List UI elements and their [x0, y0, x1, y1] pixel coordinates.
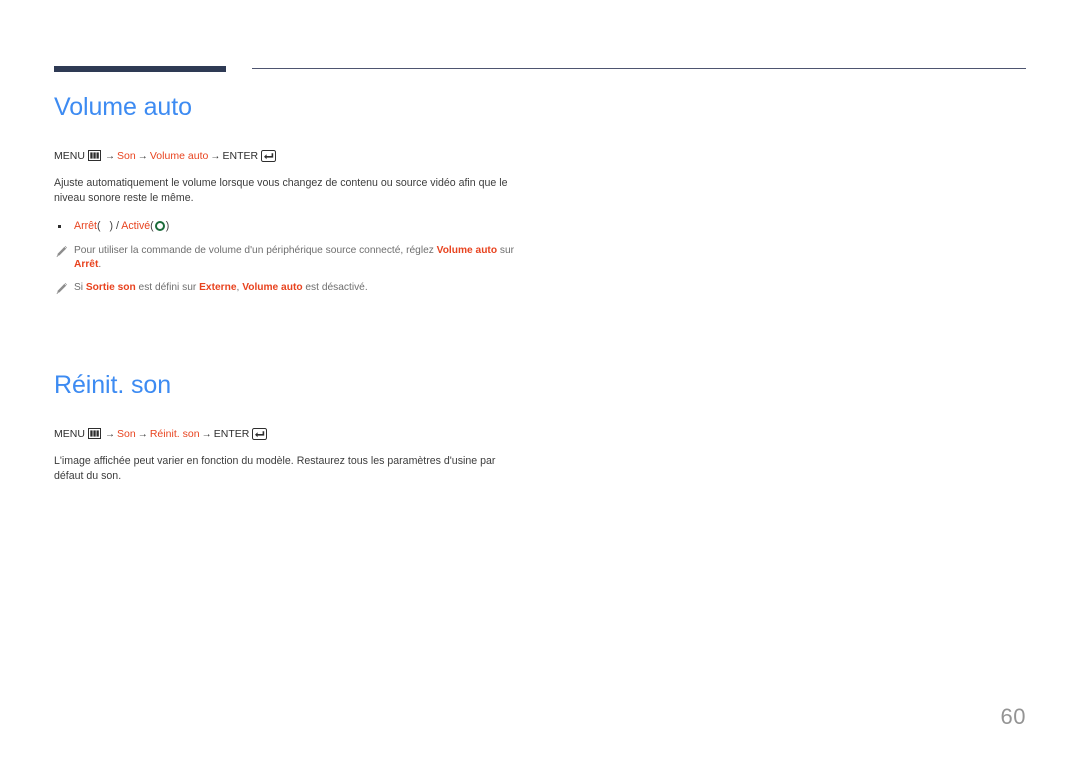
menu-arrow-2: →	[137, 429, 148, 441]
note-1-text: Pour utiliser la commande de volume d'un…	[74, 244, 515, 270]
enter-label: ENTER	[222, 150, 259, 163]
page-content: Volume auto MENU → Son → Volume auto → ENTER	[54, 92, 614, 495]
menu-arrow-3: →	[210, 151, 221, 163]
description-volume-auto: Ajuste automatiquement le volume lorsque…	[54, 176, 508, 205]
option-off-label: Arrêt	[74, 219, 97, 232]
page-number: 60	[1000, 704, 1026, 729]
section-reinit-son: Réinit. son MENU → Son → Réinit. son → ENTER	[54, 370, 614, 485]
manual-page: Volume auto MENU → Son → Volume auto → ENTER	[0, 0, 1080, 763]
menu-step-son: Son	[117, 428, 136, 441]
header-rule-thin	[252, 68, 1026, 69]
paren-open-1: (	[96, 219, 101, 232]
list-item-volume-auto-options: Arrêt() / Activé()	[54, 219, 614, 235]
enter-key-icon	[261, 150, 277, 163]
option-on-label: Activé	[121, 219, 151, 232]
note-2: Si Sortie son est défini sur Externe, Vo…	[54, 281, 534, 295]
option-separator: /	[115, 219, 119, 232]
note-2-text: Si Sortie son est défini sur Externe, Vo…	[74, 282, 368, 294]
paren-close-2: )	[165, 219, 170, 232]
pencil-note-icon	[55, 245, 68, 258]
page-title-reinit-son: Réinit. son	[54, 370, 172, 399]
menu-step-volume-auto: Volume auto	[149, 150, 209, 163]
enter-label: ENTER	[213, 428, 250, 441]
description-reinit-son: L'image affichée peut varier en fonction…	[54, 454, 496, 483]
page-title-volume-auto: Volume auto	[54, 93, 192, 121]
option-list-volume-auto: Arrêt() / Activé()	[54, 219, 614, 235]
menu-arrow-3: →	[201, 429, 212, 441]
menu-icon	[88, 150, 101, 162]
green-ring-icon	[154, 220, 165, 231]
menu-arrow-1: →	[105, 151, 116, 163]
bullet-marker	[58, 224, 61, 228]
pencil-note-icon	[55, 282, 68, 295]
enter-key-icon	[252, 428, 268, 441]
paren-close-1: )	[109, 219, 114, 232]
header-rule	[54, 63, 1026, 75]
menu-step-son: Son	[117, 150, 136, 163]
section-volume-auto: Volume auto MENU → Son → Volume auto → ENTER	[54, 92, 614, 296]
menu-label: MENU	[54, 428, 85, 441]
note-1: Pour utiliser la commande de volume d'un…	[54, 244, 534, 273]
menu-path-reinit-son: MENU → Son → Réinit. son → ENTER	[54, 428, 614, 442]
menu-arrow-1: →	[105, 429, 116, 441]
paren-open-2: (	[150, 219, 154, 232]
menu-arrow-2: →	[137, 151, 148, 163]
menu-label: MENU	[54, 150, 85, 163]
header-rule-thick	[54, 66, 226, 72]
menu-icon	[88, 428, 101, 440]
menu-step-reinit-son: Réinit. son	[149, 428, 200, 441]
menu-path-volume-auto: MENU → Son → Volume auto → ENTER	[54, 150, 614, 164]
